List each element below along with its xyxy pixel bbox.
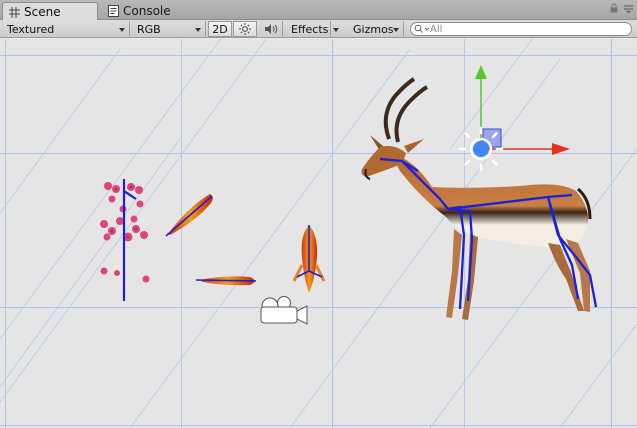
2d-mode-label: 2D — [212, 22, 228, 36]
scene-lighting-toggle[interactable] — [233, 21, 257, 37]
tab-console[interactable]: Console — [102, 2, 179, 20]
search-icon — [414, 24, 430, 33]
effects-button[interactable]: Effects — [286, 21, 330, 37]
effects-dropdown-arrow[interactable] — [330, 21, 340, 37]
shading-mode-dropdown[interactable]: Textured — [2, 21, 130, 37]
render-mode-label: RGB — [137, 22, 161, 36]
effects-label: Effects — [291, 22, 329, 36]
tab-bar: Scene Console — [0, 0, 637, 21]
audio-toggle[interactable] — [259, 21, 283, 37]
search-input[interactable] — [430, 23, 620, 35]
scene-grid — [0, 39, 637, 428]
fish-sprite-left[interactable] — [165, 194, 213, 237]
tab-console-label: Console — [123, 4, 171, 18]
grid-icon — [9, 6, 20, 18]
fish-sprite-vertical[interactable] — [292, 225, 326, 293]
render-mode-dropdown[interactable]: RGB — [132, 21, 206, 37]
scene-view[interactable] — [0, 39, 637, 428]
menu-icon[interactable] — [624, 3, 633, 13]
2d-mode-toggle[interactable]: 2D — [208, 21, 232, 37]
gizmos-dropdown[interactable]: Gizmos — [348, 21, 404, 37]
tab-scene-label: Scene — [24, 5, 61, 19]
camera-gizmo[interactable] — [260, 296, 308, 325]
gazelle-sprite[interactable] — [361, 77, 598, 320]
gizmos-label: Gizmos — [353, 22, 394, 36]
scene-toolbar: Textured RGB 2D Effects Gizmos — [0, 20, 637, 38]
search-field[interactable] — [410, 22, 632, 36]
speaker-icon — [265, 24, 278, 34]
sun-icon — [239, 23, 251, 35]
fish-sprite-bottom[interactable] — [195, 276, 257, 286]
shading-mode-label: Textured — [7, 22, 55, 36]
console-icon — [108, 5, 119, 17]
window-controls — [610, 3, 633, 13]
move-gizmo[interactable] — [458, 65, 570, 172]
tab-scene[interactable]: Scene — [2, 2, 98, 21]
flower-sprite[interactable] — [100, 179, 150, 301]
lock-icon[interactable] — [610, 3, 618, 13]
